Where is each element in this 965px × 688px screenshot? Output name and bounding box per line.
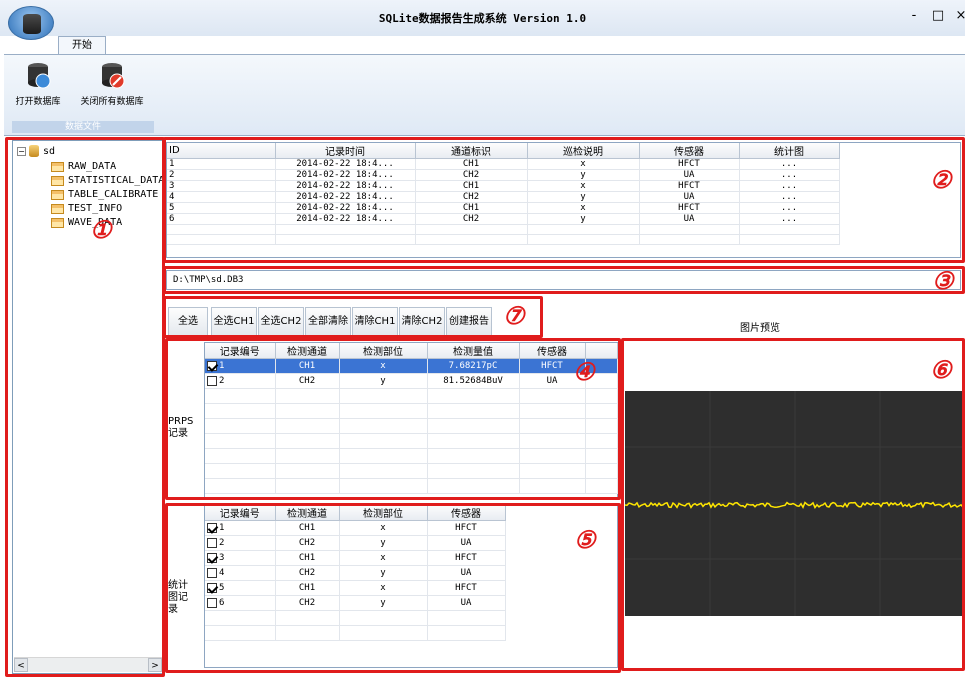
database-close-icon — [97, 60, 127, 90]
annotation-number-5: ⑤ — [574, 525, 596, 554]
close-all-databases-label: 关闭所有数据库 — [80, 97, 144, 107]
annotation-number-4: ④ — [573, 357, 595, 386]
annotation-box-1 — [5, 137, 165, 677]
annotation-box-7 — [163, 296, 543, 338]
ribbon-group-label: 数据文件 — [12, 121, 154, 133]
close-button[interactable]: × — [954, 8, 965, 23]
annotation-number-7: ⑦ — [503, 301, 525, 330]
image-preview-label: 图片预览 — [740, 323, 780, 334]
tab-start[interactable]: 开始 — [58, 36, 106, 54]
close-all-databases-button[interactable]: 关闭所有数据库 — [72, 60, 152, 107]
annotation-number-6: ⑥ — [930, 355, 952, 384]
minimize-button[interactable]: - — [907, 8, 921, 23]
annotation-number-3: ③ — [932, 266, 954, 295]
annotation-box-4 — [165, 338, 621, 500]
database-icon — [23, 60, 53, 90]
window-title: SQLite数据报告生成系统 Version 1.0 — [378, 12, 587, 25]
annotation-box-6 — [621, 338, 965, 671]
maximize-button[interactable]: □ — [931, 8, 945, 23]
annotation-box-2 — [163, 137, 965, 263]
annotation-number-1: ① — [90, 215, 112, 244]
open-database-label: 打开数据库 — [15, 97, 61, 107]
open-database-button[interactable]: 打开数据库 — [8, 60, 68, 107]
annotation-box-5 — [165, 503, 621, 673]
annotation-number-2: ② — [930, 165, 952, 194]
annotation-box-3 — [163, 266, 965, 294]
